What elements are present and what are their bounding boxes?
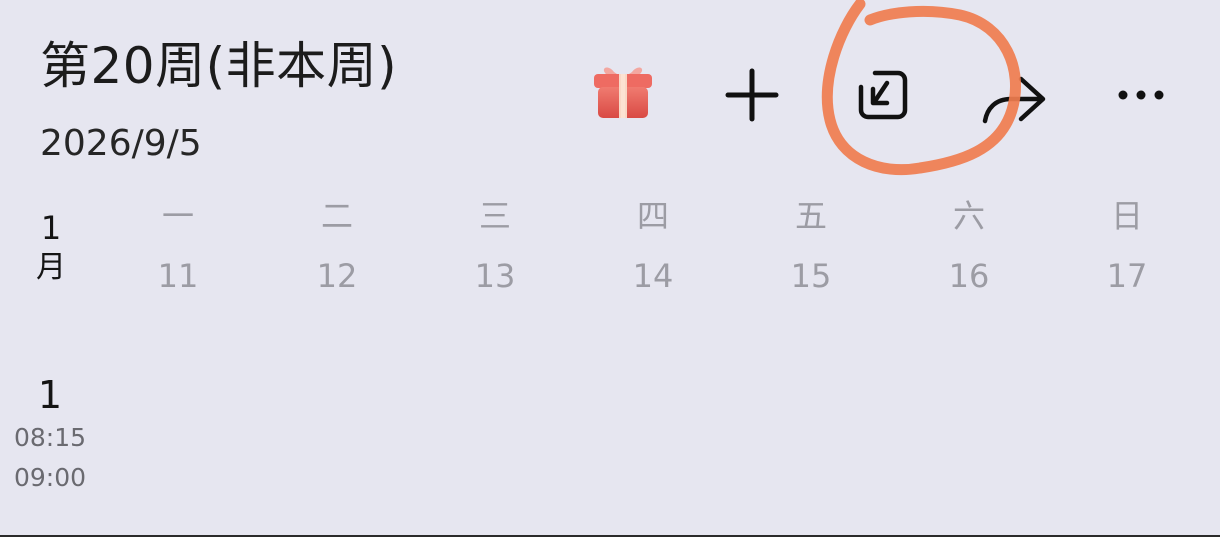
import-icon <box>858 70 908 120</box>
month-number: 1 <box>40 209 62 247</box>
day-number: 13 <box>474 257 516 295</box>
weekday-label: 一 <box>161 197 194 235</box>
period-end-time: 09:00 <box>13 463 87 492</box>
share-icon <box>982 76 1046 124</box>
week-date: 2026/9/5 <box>40 123 202 164</box>
period-start-time: 08:15 <box>13 423 87 452</box>
day-column-thu: 四 14 <box>603 196 703 296</box>
day-number: 16 <box>948 257 990 295</box>
import-button[interactable] <box>848 60 918 130</box>
day-number: 17 <box>1106 257 1148 295</box>
day-column-mon: 一 11 <box>128 196 228 296</box>
day-column-sun: 日 17 <box>1077 196 1177 296</box>
weekday-label: 日 <box>1110 197 1143 235</box>
page-title: 第20周(非本周) <box>40 37 398 95</box>
day-column-fri: 五 15 <box>761 196 861 296</box>
more-icon <box>1118 90 1164 100</box>
add-button[interactable] <box>717 60 787 130</box>
weekday-label: 二 <box>320 197 353 235</box>
more-button[interactable] <box>1106 60 1176 130</box>
day-column-tue: 二 12 <box>287 196 387 296</box>
weekday-label: 五 <box>794 197 827 235</box>
day-column-sat: 六 16 <box>919 196 1019 296</box>
day-number: 11 <box>157 257 199 295</box>
day-number: 12 <box>316 257 358 295</box>
period-number: 1 <box>37 373 63 417</box>
period-slot[interactable]: 1 08:15 09:00 <box>10 372 90 498</box>
share-button[interactable] <box>975 60 1055 130</box>
gift-button[interactable] <box>588 56 658 126</box>
weekday-label: 四 <box>636 197 669 235</box>
month-indicator: 1 月 <box>26 208 76 288</box>
day-number: 15 <box>790 257 832 295</box>
gift-icon <box>594 67 652 118</box>
day-number: 14 <box>632 257 674 295</box>
month-label: 月 <box>36 250 66 285</box>
plus-icon <box>725 68 779 122</box>
weekday-label: 六 <box>952 197 985 235</box>
weekday-label: 三 <box>478 197 511 235</box>
day-column-wed: 三 13 <box>445 196 545 296</box>
